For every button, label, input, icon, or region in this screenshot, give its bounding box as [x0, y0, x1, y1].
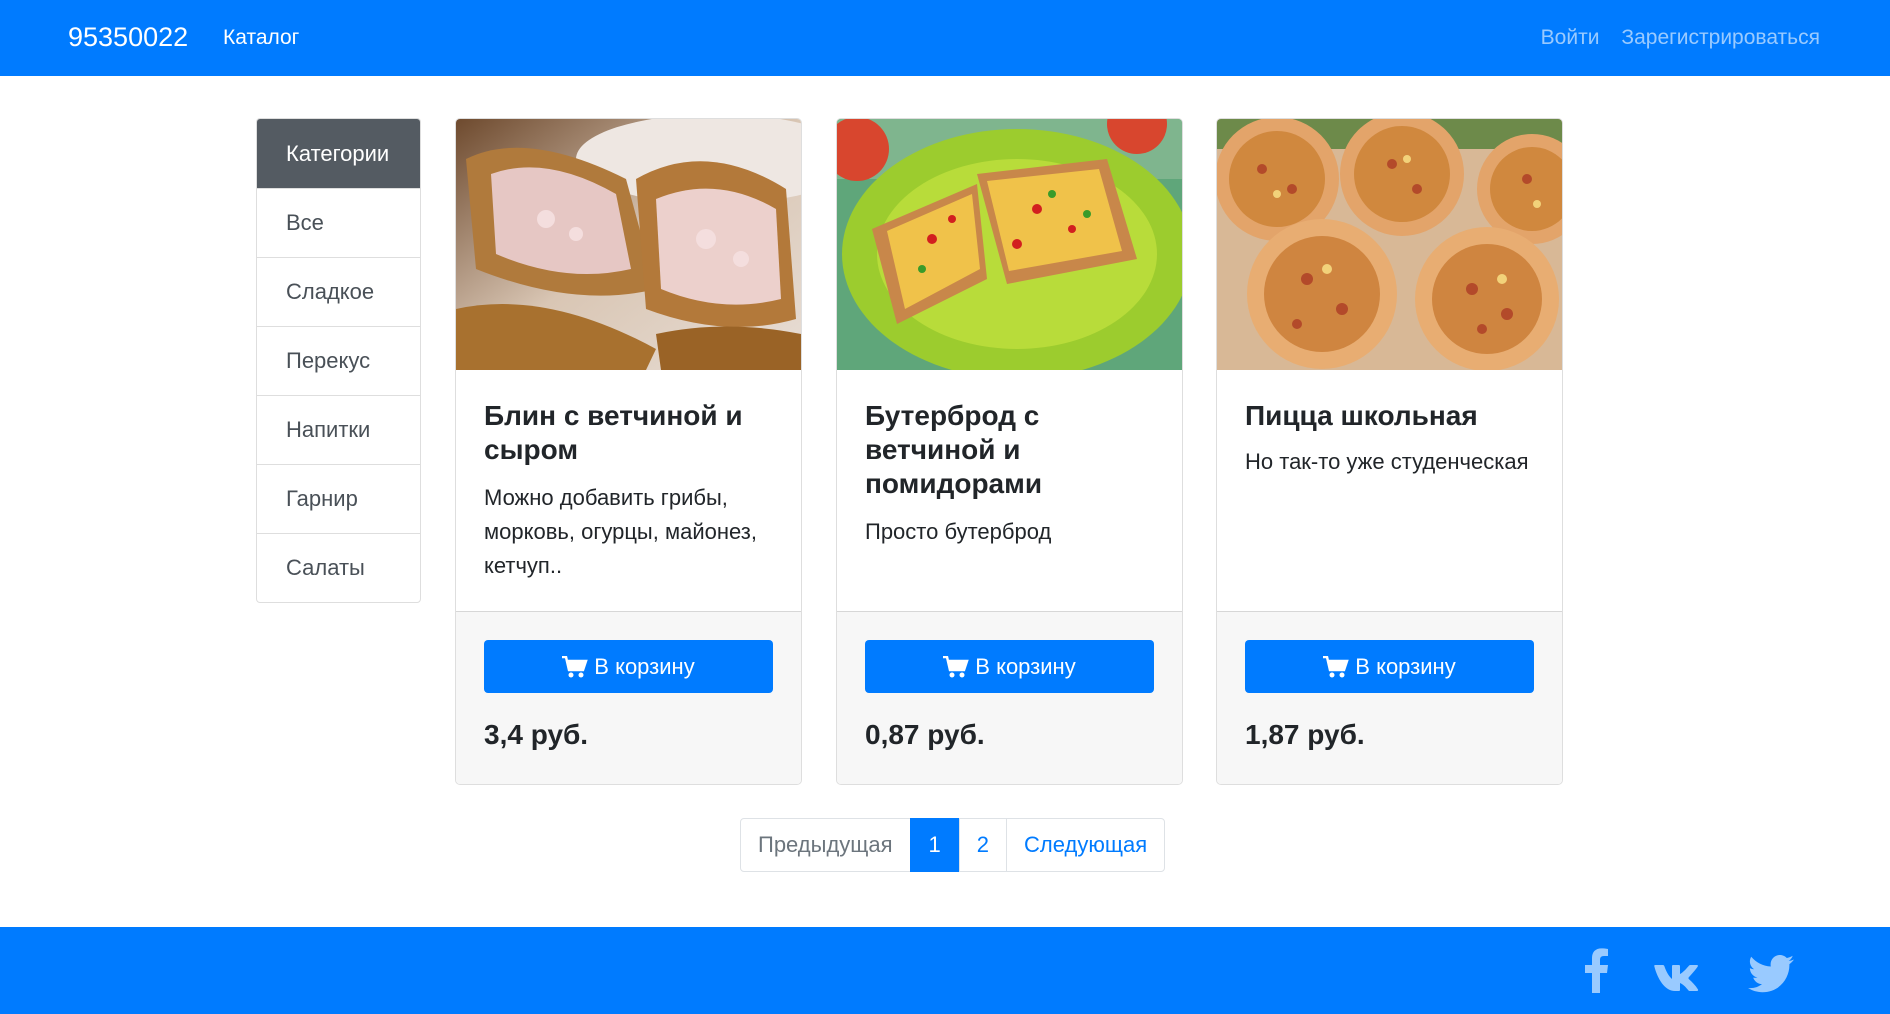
add-to-cart-label: В корзину: [1355, 653, 1456, 679]
product-description: Но так-то уже студенческая: [1245, 449, 1529, 474]
add-to-cart-label: В корзину: [594, 653, 695, 679]
sidebar-item-side-dish[interactable]: Гарнир: [257, 464, 420, 533]
product-card: Блин с ветчиной и сыром Можно добавить г…: [455, 118, 802, 785]
pagination-prev[interactable]: Предыдущая: [740, 818, 911, 872]
add-to-cart-label: В корзину: [975, 653, 1076, 679]
product-price: 0,87 руб.: [865, 719, 985, 750]
card-body: Бутерброд с ветчиной и помидорами Просто…: [865, 399, 1157, 549]
cart-icon: [562, 655, 589, 677]
card-footer: В корзину 3,4 руб.: [456, 611, 801, 784]
add-to-cart-button[interactable]: В корзину: [865, 640, 1154, 693]
product-price: 1,87 руб.: [1245, 719, 1365, 750]
product-card: Бутерброд с ветчиной и помидорами Просто…: [836, 118, 1183, 785]
vk-icon[interactable]: [1654, 955, 1706, 1001]
pagination: Предыдущая 1 2 Следующая: [740, 818, 1166, 872]
product-title: Пицца школьная: [1245, 400, 1478, 431]
sidebar-header[interactable]: Категории: [257, 119, 420, 188]
twitter-icon[interactable]: [1748, 951, 1794, 997]
nav-catalog-link[interactable]: Каталог: [223, 24, 299, 52]
product-image-pizza[interactable]: [1217, 119, 1562, 370]
pagination-next[interactable]: Следующая: [1006, 818, 1166, 872]
product-description: Просто бутерброд: [865, 519, 1052, 544]
product-title: Блин с ветчиной и сыром: [484, 400, 743, 465]
nav-register-link[interactable]: Зарегистрироваться: [1621, 24, 1820, 52]
sidebar-item-drinks[interactable]: Напитки: [257, 395, 420, 464]
cart-icon: [1323, 655, 1350, 677]
sidebar-item-sweet[interactable]: Сладкое: [257, 257, 420, 326]
category-sidebar: Категории Все Сладкое Перекус Напитки Га…: [256, 118, 421, 603]
brand-link[interactable]: 95350022: [68, 20, 188, 54]
footer: [0, 927, 1890, 1014]
facebook-icon[interactable]: [1582, 947, 1610, 993]
card-footer: В корзину 0,87 руб.: [837, 611, 1182, 784]
navbar: 95350022 Каталог Войти Зарегистрироватьс…: [0, 0, 1890, 76]
product-description: Можно добавить грибы, морковь, огурцы, м…: [484, 485, 757, 578]
product-card: Пицца школьная Но так-то уже студенческа…: [1216, 118, 1563, 785]
nav-login-link[interactable]: Войти: [1541, 24, 1600, 52]
sidebar-item-all[interactable]: Все: [257, 188, 420, 257]
product-title: Бутерброд с ветчиной и помидорами: [865, 400, 1043, 499]
product-image-sandwich[interactable]: [837, 119, 1182, 370]
cart-icon: [943, 655, 970, 677]
add-to-cart-button[interactable]: В корзину: [484, 640, 773, 693]
product-price: 3,4 руб.: [484, 719, 589, 750]
card-footer: В корзину 1,87 руб.: [1217, 611, 1562, 784]
card-body: Блин с ветчиной и сыром Можно добавить г…: [484, 399, 776, 583]
sidebar-item-salads[interactable]: Салаты: [257, 533, 420, 602]
pagination-page-1[interactable]: 1: [909, 818, 960, 872]
sidebar-item-snack[interactable]: Перекус: [257, 326, 420, 395]
nav-auth-links: Войти Зарегистрироваться: [1541, 24, 1820, 52]
product-image-pancake[interactable]: [456, 119, 801, 370]
card-body: Пицца школьная Но так-то уже студенческа…: [1245, 399, 1537, 479]
add-to-cart-button[interactable]: В корзину: [1245, 640, 1534, 693]
pagination-page-2[interactable]: 2: [958, 818, 1008, 872]
